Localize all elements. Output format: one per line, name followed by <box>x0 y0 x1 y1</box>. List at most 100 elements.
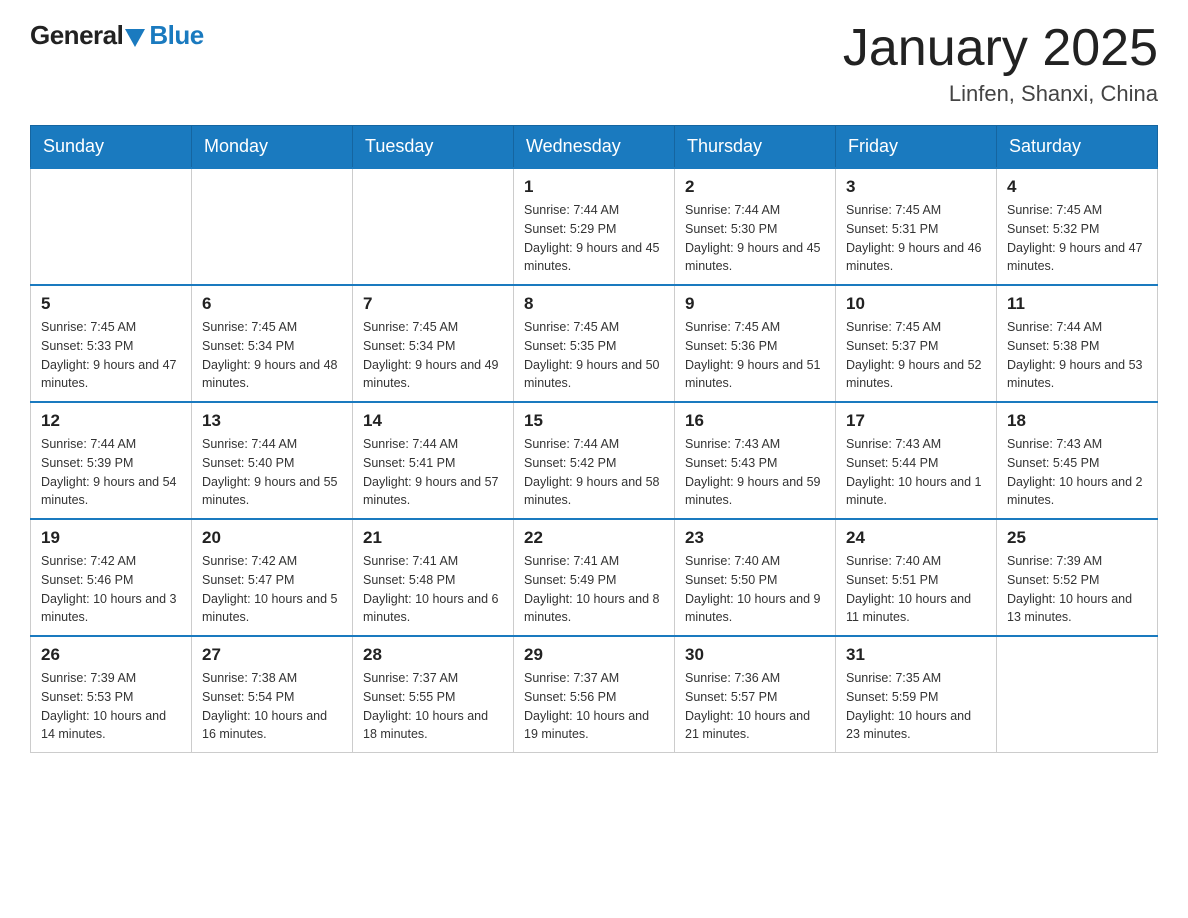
day-info: Sunrise: 7:44 AM Sunset: 5:41 PM Dayligh… <box>363 435 503 510</box>
day-number: 27 <box>202 645 342 665</box>
calendar-cell: 23 Sunrise: 7:40 AM Sunset: 5:50 PM Dayli… <box>675 519 836 636</box>
calendar-cell: 29Sunrise: 7:37 AM Sunset: 5:56 PM Dayli… <box>514 636 675 753</box>
calendar-cell: 12 Sunrise: 7:44 AM Sunset: 5:39 PM Dayli… <box>31 402 192 519</box>
calendar-cell: 5 Sunrise: 7:45 AM Sunset: 5:33 PM Daylig… <box>31 285 192 402</box>
day-info: Sunrise: 7:44 AM Sunset: 5:29 PM Dayligh… <box>524 201 664 276</box>
logo-triangle-icon <box>125 29 145 47</box>
day-info: Sunrise: 7:44 AM Sunset: 5:38 PM Dayligh… <box>1007 318 1147 393</box>
logo: General Blue <box>30 20 204 51</box>
day-info: Sunrise: 7:35 AM Sunset: 5:59 PM Dayligh… <box>846 669 986 744</box>
day-info: Sunrise: 7:45 AM Sunset: 5:35 PM Dayligh… <box>524 318 664 393</box>
day-info: Sunrise: 7:44 AM Sunset: 5:42 PM Dayligh… <box>524 435 664 510</box>
day-number: 6 <box>202 294 342 314</box>
page-header: General Blue January 2025 Linfen, Shanxi… <box>30 20 1158 107</box>
day-number: 26 <box>41 645 181 665</box>
week-row-5: 26 Sunrise: 7:39 AM Sunset: 5:53 PM Dayli… <box>31 636 1158 753</box>
weekday-header-row: SundayMondayTuesdayWednesdayThursdayFrid… <box>31 126 1158 169</box>
day-number: 8 <box>524 294 664 314</box>
calendar-title: January 2025 <box>843 20 1158 77</box>
day-number: 9 <box>685 294 825 314</box>
calendar-cell <box>997 636 1158 753</box>
calendar-cell: 10 Sunrise: 7:45 AM Sunset: 5:37 PM Dayli… <box>836 285 997 402</box>
calendar-cell: 14 Sunrise: 7:44 AM Sunset: 5:41 PM Dayli… <box>353 402 514 519</box>
calendar-cell: 26 Sunrise: 7:39 AM Sunset: 5:53 PM Dayli… <box>31 636 192 753</box>
calendar-cell: 8 Sunrise: 7:45 AM Sunset: 5:35 PM Daylig… <box>514 285 675 402</box>
day-number: 11 <box>1007 294 1147 314</box>
day-info: Sunrise: 7:39 AM Sunset: 5:52 PM Dayligh… <box>1007 552 1147 627</box>
logo-general-text: General <box>30 20 123 51</box>
calendar-table: SundayMondayTuesdayWednesdayThursdayFrid… <box>30 125 1158 753</box>
calendar-cell: 17Sunrise: 7:43 AM Sunset: 5:44 PM Dayli… <box>836 402 997 519</box>
day-number: 25 <box>1007 528 1147 548</box>
day-number: 17 <box>846 411 986 431</box>
calendar-cell: 4 Sunrise: 7:45 AM Sunset: 5:32 PM Daylig… <box>997 168 1158 285</box>
calendar-cell: 3 Sunrise: 7:45 AM Sunset: 5:31 PM Daylig… <box>836 168 997 285</box>
day-info: Sunrise: 7:40 AM Sunset: 5:50 PM Dayligh… <box>685 552 825 627</box>
day-info: Sunrise: 7:42 AM Sunset: 5:46 PM Dayligh… <box>41 552 181 627</box>
day-info: Sunrise: 7:45 AM Sunset: 5:32 PM Dayligh… <box>1007 201 1147 276</box>
day-number: 15 <box>524 411 664 431</box>
day-number: 23 <box>685 528 825 548</box>
day-number: 18 <box>1007 411 1147 431</box>
day-info: Sunrise: 7:45 AM Sunset: 5:37 PM Dayligh… <box>846 318 986 393</box>
day-number: 22 <box>524 528 664 548</box>
day-info: Sunrise: 7:44 AM Sunset: 5:40 PM Dayligh… <box>202 435 342 510</box>
day-number: 3 <box>846 177 986 197</box>
weekday-header-tuesday: Tuesday <box>353 126 514 169</box>
calendar-cell <box>353 168 514 285</box>
day-number: 12 <box>41 411 181 431</box>
day-number: 30 <box>685 645 825 665</box>
week-row-4: 19Sunrise: 7:42 AM Sunset: 5:46 PM Dayli… <box>31 519 1158 636</box>
day-number: 29 <box>524 645 664 665</box>
day-info: Sunrise: 7:45 AM Sunset: 5:33 PM Dayligh… <box>41 318 181 393</box>
calendar-cell: 24Sunrise: 7:40 AM Sunset: 5:51 PM Dayli… <box>836 519 997 636</box>
day-number: 21 <box>363 528 503 548</box>
calendar-subtitle: Linfen, Shanxi, China <box>843 81 1158 107</box>
day-number: 16 <box>685 411 825 431</box>
day-number: 31 <box>846 645 986 665</box>
day-number: 10 <box>846 294 986 314</box>
calendar-cell: 19Sunrise: 7:42 AM Sunset: 5:46 PM Dayli… <box>31 519 192 636</box>
calendar-cell: 6Sunrise: 7:45 AM Sunset: 5:34 PM Daylig… <box>192 285 353 402</box>
calendar-cell <box>192 168 353 285</box>
day-number: 2 <box>685 177 825 197</box>
day-info: Sunrise: 7:36 AM Sunset: 5:57 PM Dayligh… <box>685 669 825 744</box>
calendar-cell: 16 Sunrise: 7:43 AM Sunset: 5:43 PM Dayli… <box>675 402 836 519</box>
weekday-header-thursday: Thursday <box>675 126 836 169</box>
day-number: 5 <box>41 294 181 314</box>
calendar-cell: 22Sunrise: 7:41 AM Sunset: 5:49 PM Dayli… <box>514 519 675 636</box>
calendar-cell: 9Sunrise: 7:45 AM Sunset: 5:36 PM Daylig… <box>675 285 836 402</box>
day-number: 14 <box>363 411 503 431</box>
weekday-header-monday: Monday <box>192 126 353 169</box>
title-area: January 2025 Linfen, Shanxi, China <box>843 20 1158 107</box>
weekday-header-friday: Friday <box>836 126 997 169</box>
day-number: 20 <box>202 528 342 548</box>
calendar-cell: 2Sunrise: 7:44 AM Sunset: 5:30 PM Daylig… <box>675 168 836 285</box>
calendar-cell <box>31 168 192 285</box>
day-info: Sunrise: 7:43 AM Sunset: 5:45 PM Dayligh… <box>1007 435 1147 510</box>
logo-blue-text: Blue <box>149 20 203 51</box>
calendar-cell: 7Sunrise: 7:45 AM Sunset: 5:34 PM Daylig… <box>353 285 514 402</box>
day-info: Sunrise: 7:45 AM Sunset: 5:31 PM Dayligh… <box>846 201 986 276</box>
weekday-header-saturday: Saturday <box>997 126 1158 169</box>
day-info: Sunrise: 7:43 AM Sunset: 5:43 PM Dayligh… <box>685 435 825 510</box>
calendar-cell: 13Sunrise: 7:44 AM Sunset: 5:40 PM Dayli… <box>192 402 353 519</box>
weekday-header-wednesday: Wednesday <box>514 126 675 169</box>
day-number: 1 <box>524 177 664 197</box>
week-row-1: 1 Sunrise: 7:44 AM Sunset: 5:29 PM Daylig… <box>31 168 1158 285</box>
day-info: Sunrise: 7:45 AM Sunset: 5:34 PM Dayligh… <box>363 318 503 393</box>
weekday-header-sunday: Sunday <box>31 126 192 169</box>
calendar-cell: 31 Sunrise: 7:35 AM Sunset: 5:59 PM Dayli… <box>836 636 997 753</box>
calendar-cell: 1 Sunrise: 7:44 AM Sunset: 5:29 PM Daylig… <box>514 168 675 285</box>
day-number: 24 <box>846 528 986 548</box>
day-number: 4 <box>1007 177 1147 197</box>
day-info: Sunrise: 7:41 AM Sunset: 5:48 PM Dayligh… <box>363 552 503 627</box>
day-number: 28 <box>363 645 503 665</box>
day-info: Sunrise: 7:39 AM Sunset: 5:53 PM Dayligh… <box>41 669 181 744</box>
day-info: Sunrise: 7:42 AM Sunset: 5:47 PM Dayligh… <box>202 552 342 627</box>
calendar-cell: 21 Sunrise: 7:41 AM Sunset: 5:48 PM Dayli… <box>353 519 514 636</box>
day-info: Sunrise: 7:44 AM Sunset: 5:39 PM Dayligh… <box>41 435 181 510</box>
day-info: Sunrise: 7:38 AM Sunset: 5:54 PM Dayligh… <box>202 669 342 744</box>
calendar-cell: 27 Sunrise: 7:38 AM Sunset: 5:54 PM Dayli… <box>192 636 353 753</box>
calendar-cell: 18 Sunrise: 7:43 AM Sunset: 5:45 PM Dayli… <box>997 402 1158 519</box>
